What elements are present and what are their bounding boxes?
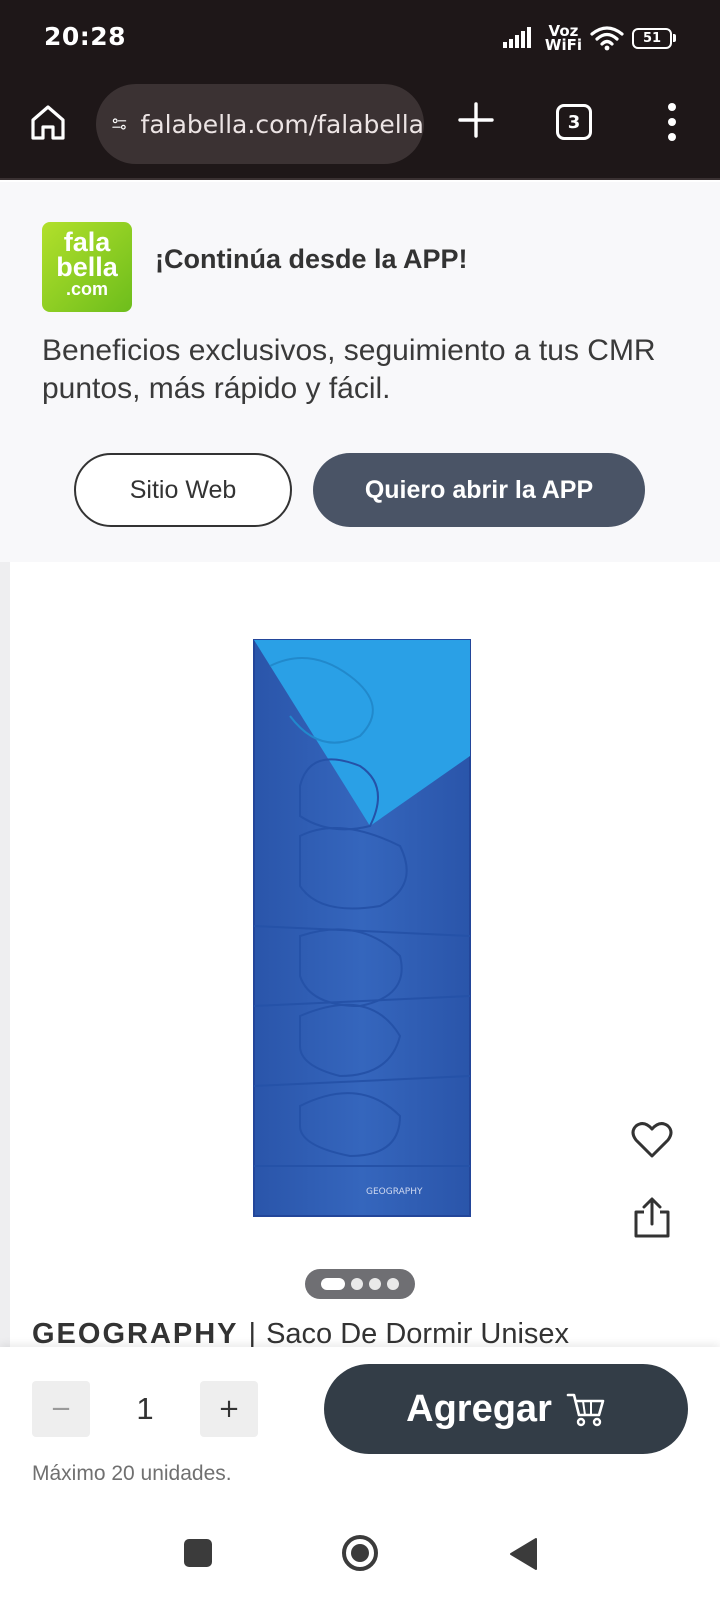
add-to-cart-label: Agregar	[406, 1387, 552, 1430]
site-settings-icon[interactable]	[112, 111, 127, 137]
banner-description: Beneficios exclusivos, seguimiento a tus…	[42, 334, 656, 405]
browser-menu-button[interactable]	[652, 100, 692, 144]
battery-icon: 51	[632, 27, 676, 49]
status-time: 20:28	[44, 22, 127, 51]
home-icon	[31, 105, 65, 140]
quantity-decrease-button[interactable]: −	[32, 1381, 90, 1437]
falabella-logo: fala bella .com	[42, 222, 132, 312]
cart-icon	[566, 1393, 605, 1427]
purchase-panel: − 1 + Máximo 20 unidades. Agregar	[0, 1347, 720, 1504]
carousel-dot-active[interactable]	[321, 1278, 345, 1290]
banner-title: ¡Continúa desde la APP!	[155, 244, 468, 274]
new-tab-button[interactable]	[456, 100, 500, 144]
address-bar[interactable]: falabella.com/falabella	[96, 84, 424, 164]
product-name: Saco De Dormir Unisex	[266, 1318, 570, 1350]
image-carousel-indicator[interactable]	[305, 1269, 415, 1299]
system-nav-bar	[0, 1504, 720, 1600]
add-to-cart-button[interactable]: Agregar	[324, 1364, 688, 1454]
favorite-button[interactable]	[630, 1118, 674, 1162]
heart-icon	[631, 1122, 673, 1158]
browser-toolbar: falabella.com/falabella 3	[0, 80, 720, 180]
logo-text-bella: bella	[56, 252, 118, 282]
app-promo-banner: fala bella .com ¡Continúa desde la APP! …	[0, 182, 720, 562]
more-vert-icon	[668, 103, 676, 141]
gallery-edge	[0, 562, 10, 1352]
share-button[interactable]	[632, 1196, 672, 1240]
product-image-label: GEOGRAPHY	[366, 1187, 423, 1197]
carousel-dot[interactable]	[351, 1278, 363, 1290]
title-separator: |	[248, 1318, 257, 1350]
voz-wifi-label: Voz WiFi	[544, 24, 582, 54]
plus-icon	[458, 102, 494, 138]
carousel-dot[interactable]	[369, 1278, 381, 1290]
wifi-icon	[590, 26, 624, 51]
url-text[interactable]: falabella.com/falabella	[141, 110, 424, 139]
recents-button[interactable]	[184, 1539, 212, 1567]
product-brand[interactable]: GEOGRAPHY	[32, 1318, 239, 1350]
max-quantity-note: Máximo 20 unidades.	[32, 1462, 232, 1485]
back-button[interactable]	[508, 1537, 538, 1571]
status-bar: 20:28 Voz WiFi 51	[0, 0, 720, 80]
home-button[interactable]	[26, 100, 70, 144]
carousel-dot[interactable]	[387, 1278, 399, 1290]
product-image-sleeping-bag[interactable]: GEOGRAPHY	[250, 636, 480, 1226]
status-icons: Voz WiFi 51	[502, 24, 676, 54]
share-icon	[634, 1197, 670, 1238]
quantity-increase-button[interactable]: +	[200, 1381, 258, 1437]
logo-text-com: .com	[65, 279, 108, 299]
signal-icon	[502, 27, 531, 48]
tab-count: 3	[567, 111, 581, 133]
network-label-wifi: WiFi	[544, 36, 582, 54]
website-button[interactable]: Sitio Web	[74, 453, 292, 527]
open-app-button[interactable]: Quiero abrir la APP	[313, 453, 645, 527]
quantity-value[interactable]: 1	[100, 1381, 190, 1437]
tab-switcher-button[interactable]: 3	[556, 104, 592, 140]
home-circle-button[interactable]	[340, 1533, 380, 1573]
battery-level: 51	[642, 30, 662, 46]
